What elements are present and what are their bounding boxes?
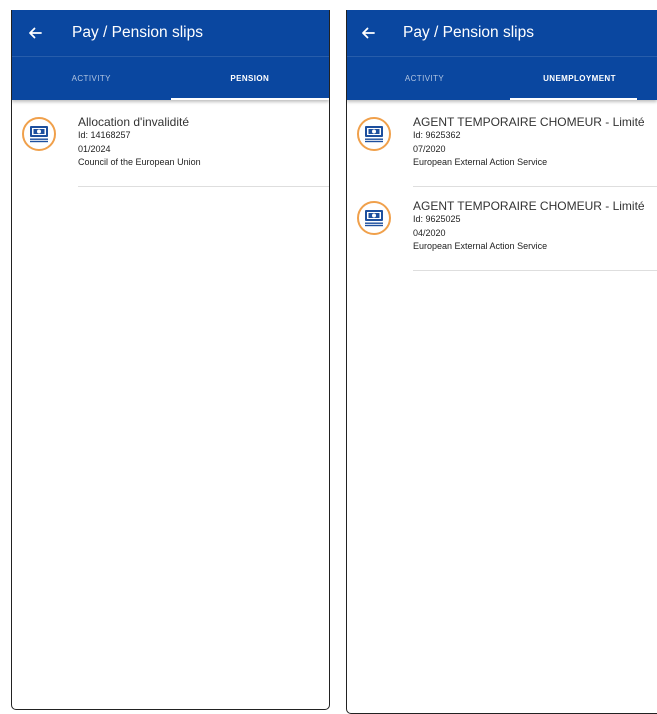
back-button[interactable] xyxy=(359,24,377,42)
list-item[interactable]: AGENT TEMPORAIRE CHOMEUR - Limité Id: 96… xyxy=(347,103,657,187)
left-phone-screen: Pay / Pension slips ACTIVITY PENSION All… xyxy=(11,10,330,710)
arrow-left-icon xyxy=(29,27,42,39)
slip-list: Allocation d'invalidité Id: 14168257 01/… xyxy=(12,100,329,187)
item-id: Id: 9625025 xyxy=(413,214,461,224)
app-bar: Pay / Pension slips xyxy=(12,10,329,56)
arrow-left-icon xyxy=(362,27,375,39)
item-id: Id: 9625362 xyxy=(413,130,461,140)
list-item-info: Allocation d'invalidité Id: 14168257 01/… xyxy=(78,115,329,187)
list-item[interactable]: Allocation d'invalidité Id: 14168257 01/… xyxy=(12,103,329,187)
money-bill-icon xyxy=(357,117,391,151)
right-phone-screen: Pay / Pension slips ACTIVITY UNEMPLOYMEN… xyxy=(346,10,657,714)
slip-list: AGENT TEMPORAIRE CHOMEUR - Limité Id: 96… xyxy=(347,100,657,271)
tab-bar: ACTIVITY PENSION xyxy=(12,56,329,100)
tab-activity[interactable]: ACTIVITY xyxy=(12,57,171,100)
tab-unemployment[interactable]: UNEMPLOYMENT xyxy=(502,57,657,100)
page-title: Pay / Pension slips xyxy=(403,24,534,41)
money-bill-icon xyxy=(357,201,391,235)
money-bill-icon xyxy=(22,117,56,151)
item-organization: European External Action Service xyxy=(413,241,548,251)
tab-bar: ACTIVITY UNEMPLOYMENT xyxy=(347,56,657,100)
tab-activity[interactable]: ACTIVITY xyxy=(347,57,502,100)
list-item-info: AGENT TEMPORAIRE CHOMEUR - Limité Id: 96… xyxy=(413,199,657,271)
item-date: 04/2020 xyxy=(413,227,446,238)
page-title: Pay / Pension slips xyxy=(72,24,203,41)
item-title: AGENT TEMPORAIRE CHOMEUR - Limité xyxy=(413,199,645,213)
back-button[interactable] xyxy=(26,24,44,42)
item-organization: Council of the European Union xyxy=(78,157,201,167)
item-organization: European External Action Service xyxy=(413,157,548,167)
list-item-info: AGENT TEMPORAIRE CHOMEUR - Limité Id: 96… xyxy=(413,115,657,187)
item-date: 07/2020 xyxy=(413,143,446,154)
tab-pension[interactable]: PENSION xyxy=(170,57,330,100)
item-title: AGENT TEMPORAIRE CHOMEUR - Limité xyxy=(413,115,645,129)
list-item[interactable]: AGENT TEMPORAIRE CHOMEUR - Limité Id: 96… xyxy=(347,187,657,271)
item-date: 01/2024 xyxy=(78,143,111,154)
app-bar: Pay / Pension slips xyxy=(347,10,657,56)
item-id: Id: 14168257 xyxy=(78,130,131,140)
item-title: Allocation d'invalidité xyxy=(78,115,190,129)
